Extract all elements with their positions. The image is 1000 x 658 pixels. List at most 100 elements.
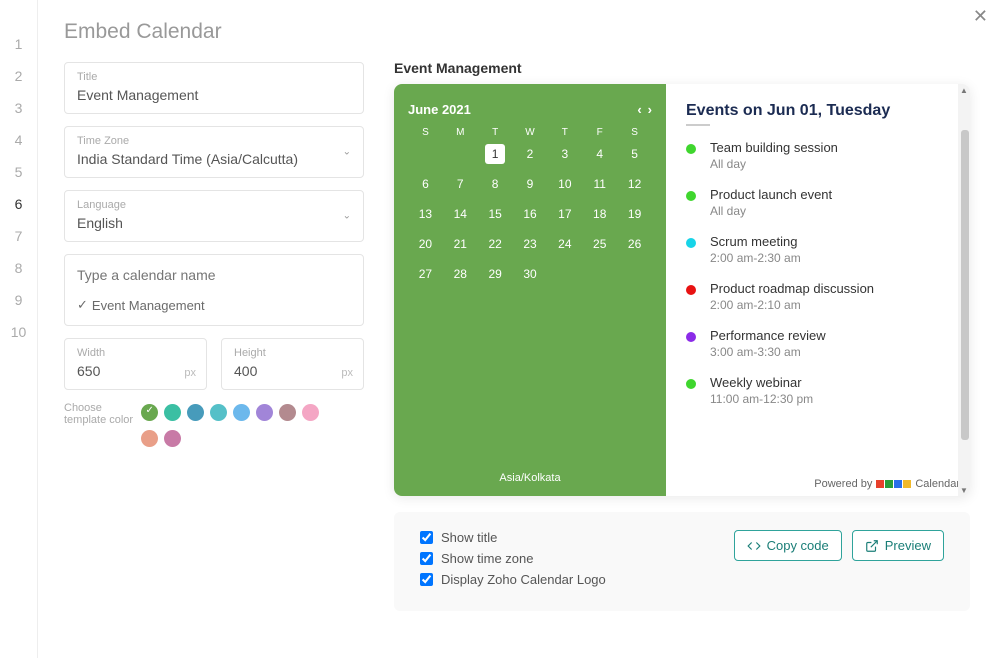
step-3[interactable]: 3 [0, 92, 37, 124]
color-swatch[interactable] [141, 404, 158, 421]
color-swatch[interactable] [233, 404, 250, 421]
event-item[interactable]: Weekly webinar 11:00 am-12:30 pm [686, 375, 956, 406]
event-item[interactable]: Scrum meeting2:00 am-2:30 am [686, 234, 956, 265]
timezone-label: Time Zone [77, 135, 351, 147]
step-7[interactable]: 7 [0, 220, 37, 252]
event-time: All day [710, 204, 832, 218]
event-item[interactable]: Performance review 3:00 am-3:30 am [686, 328, 956, 359]
show-tz-checkbox[interactable]: Show time zone [420, 551, 606, 566]
day-cell[interactable]: 6 [408, 174, 443, 194]
day-cell[interactable]: 27 [408, 264, 443, 284]
step-10[interactable]: 10 [0, 316, 37, 348]
day-cell[interactable]: 30 [513, 264, 548, 284]
next-month-icon[interactable]: › [648, 102, 652, 117]
color-swatch[interactable] [164, 404, 181, 421]
timezone-field[interactable]: Time Zone India Standard Time (Asia/Calc… [64, 126, 364, 178]
calendar-name-input[interactable] [77, 267, 351, 283]
color-swatch[interactable] [141, 430, 158, 447]
prev-month-icon[interactable]: ‹ [637, 102, 641, 117]
event-time: 2:00 am-2:10 am [710, 298, 874, 312]
step-1[interactable]: 1 [0, 28, 37, 60]
scrollbar-thumb[interactable] [961, 130, 969, 440]
step-2[interactable]: 2 [0, 60, 37, 92]
event-title: Weekly webinar [710, 375, 813, 390]
code-icon [747, 539, 761, 553]
show-logo-checkbox[interactable]: Display Zoho Calendar Logo [420, 572, 606, 587]
close-icon[interactable]: ✕ [973, 6, 988, 27]
day-cell[interactable]: 2 [513, 144, 548, 164]
day-cell [617, 264, 652, 284]
dow-cell: S [617, 127, 652, 138]
event-title: Performance review [710, 328, 826, 343]
step-8[interactable]: 8 [0, 252, 37, 284]
step-4[interactable]: 4 [0, 124, 37, 156]
day-cell[interactable]: 15 [478, 204, 513, 224]
day-cell[interactable]: 23 [513, 234, 548, 254]
day-cell[interactable]: 3 [547, 144, 582, 164]
day-cell[interactable]: 18 [582, 204, 617, 224]
event-time: 3:00 am-3:30 am [710, 345, 826, 359]
event-time: 11:00 am-12:30 pm [710, 392, 813, 406]
day-cell[interactable]: 11 [582, 174, 617, 194]
day-cell[interactable]: 17 [547, 204, 582, 224]
calendar-month: June 2021 [408, 102, 471, 117]
calendar-name-box: ✓ Event Management [64, 254, 364, 326]
day-cell[interactable]: 4 [582, 144, 617, 164]
day-cell[interactable]: 16 [513, 204, 548, 224]
zoho-logo-icon [876, 480, 911, 488]
step-9[interactable]: 9 [0, 284, 37, 316]
height-field[interactable]: Height 400 px [221, 338, 364, 390]
day-cell[interactable]: 21 [443, 234, 478, 254]
external-link-icon [865, 539, 879, 553]
day-cell[interactable]: 26 [617, 234, 652, 254]
day-cell[interactable]: 12 [617, 174, 652, 194]
px-unit: px [341, 367, 353, 379]
calendar-selected[interactable]: ✓ Event Management [77, 297, 351, 313]
preview-button[interactable]: Preview [852, 530, 944, 561]
day-cell[interactable]: 13 [408, 204, 443, 224]
day-cell[interactable]: 8 [478, 174, 513, 194]
dow-cell: S [408, 127, 443, 138]
event-title: Team building session [710, 140, 838, 155]
day-cell[interactable]: 1 [485, 144, 505, 164]
show-title-checkbox[interactable]: Show title [420, 530, 606, 545]
day-cell[interactable]: 14 [443, 204, 478, 224]
day-cell[interactable]: 10 [547, 174, 582, 194]
event-item[interactable]: Team building session All day [686, 140, 956, 171]
day-cell[interactable]: 24 [547, 234, 582, 254]
color-swatch[interactable] [279, 404, 296, 421]
event-item[interactable]: Product roadmap discussion 2:00 am-2:10 a… [686, 281, 956, 312]
language-field[interactable]: Language English ⌄ [64, 190, 364, 242]
event-dot-icon [686, 191, 696, 201]
day-cell[interactable]: 22 [478, 234, 513, 254]
day-cell[interactable]: 28 [443, 264, 478, 284]
step-5[interactable]: 5 [0, 156, 37, 188]
scroll-down-icon[interactable]: ▼ [960, 486, 968, 494]
copy-code-button[interactable]: Copy code [734, 530, 842, 561]
day-cell[interactable]: 9 [513, 174, 548, 194]
step-6[interactable]: 6 [0, 188, 37, 220]
color-swatch[interactable] [210, 404, 227, 421]
day-cell[interactable]: 25 [582, 234, 617, 254]
step-numbers: 12345678910 [0, 0, 38, 658]
day-cell[interactable]: 19 [617, 204, 652, 224]
page-title: Embed Calendar [64, 20, 364, 44]
day-cell[interactable]: 5 [617, 144, 652, 164]
day-cell[interactable]: 29 [478, 264, 513, 284]
event-dot-icon [686, 285, 696, 295]
color-swatch[interactable] [302, 404, 319, 421]
height-label: Height [234, 347, 351, 359]
width-field[interactable]: Width 650 px [64, 338, 207, 390]
scrollbar[interactable]: ▲ ▼ [958, 84, 970, 496]
event-title: Product roadmap discussion [710, 281, 874, 296]
day-cell[interactable]: 20 [408, 234, 443, 254]
event-item[interactable]: Product launch eventAll day [686, 187, 956, 218]
event-time: All day [710, 157, 838, 171]
scroll-up-icon[interactable]: ▲ [960, 86, 968, 94]
title-field[interactable]: Title Event Management [64, 62, 364, 114]
color-swatch[interactable] [187, 404, 204, 421]
event-dot-icon [686, 379, 696, 389]
color-swatch[interactable] [164, 430, 181, 447]
color-swatch[interactable] [256, 404, 273, 421]
day-cell[interactable]: 7 [443, 174, 478, 194]
